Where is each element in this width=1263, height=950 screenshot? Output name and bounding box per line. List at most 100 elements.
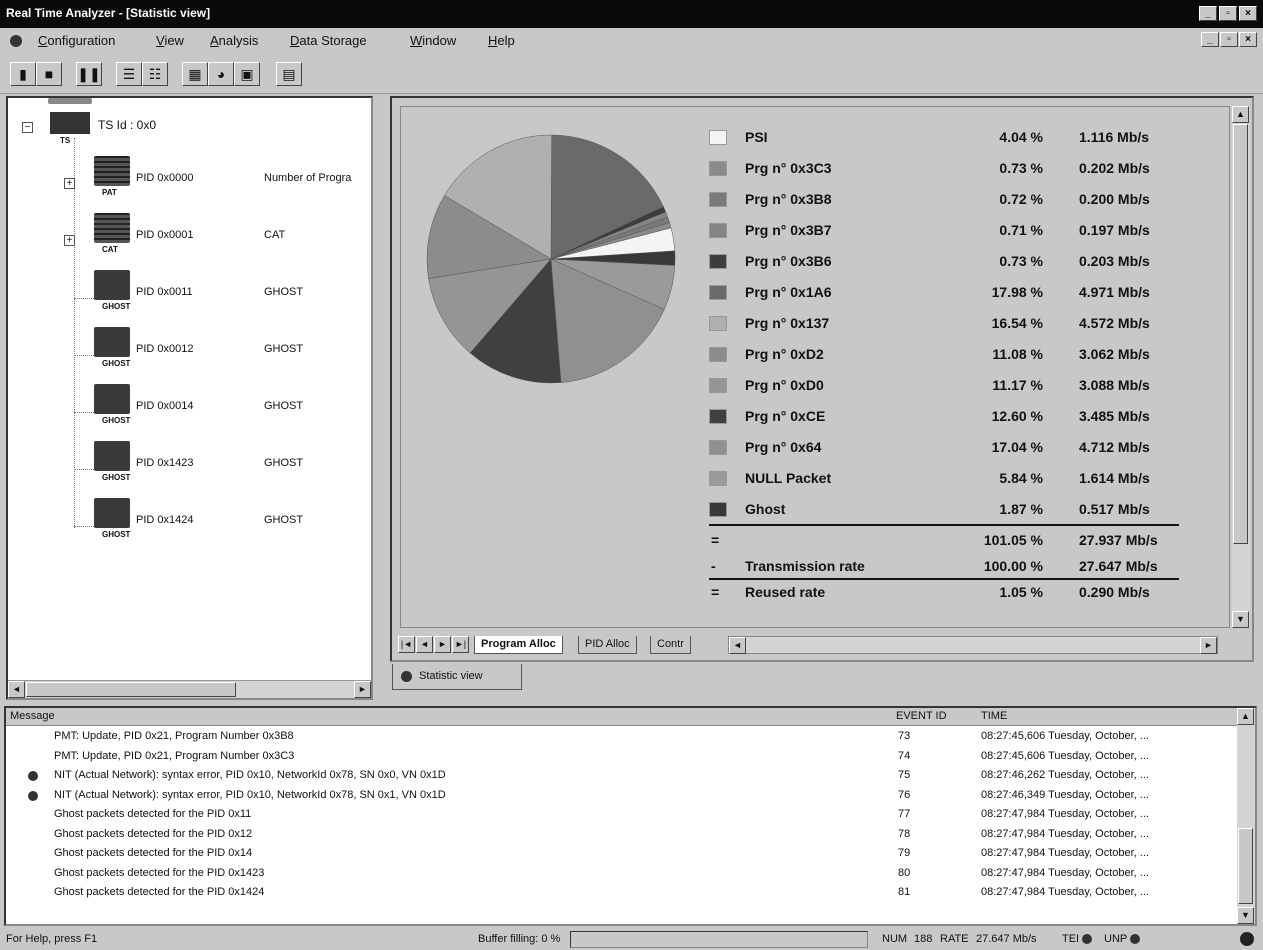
node-tag: GHOST	[102, 530, 131, 539]
legend-rate: 0.203 Mb/s	[1079, 253, 1150, 269]
tree-hscrollbar[interactable]: ◄ ►	[8, 680, 371, 698]
close-button[interactable]: ×	[1239, 6, 1257, 21]
scroll-right-button[interactable]: ►	[354, 681, 371, 698]
legend-name: NULL Packet	[745, 470, 832, 486]
message-event-id: 75	[898, 769, 911, 781]
message-time: 08:27:47,984 Tuesday, October, ...	[981, 808, 1149, 820]
message-row[interactable]: Ghost packets detected for the PID 0x12 7…	[6, 826, 1239, 845]
pause-icon[interactable]: ❚❚	[76, 62, 102, 86]
node-pid-label[interactable]: PID 0x0011	[136, 286, 193, 298]
node-pid-label[interactable]: PID 0x0012	[136, 343, 193, 355]
tree-hscroll-thumb[interactable]	[26, 682, 236, 697]
tab-first-button[interactable]: |◄	[398, 636, 415, 653]
message-event-id: 73	[898, 730, 911, 742]
msg-vscroll-thumb[interactable]	[1238, 828, 1253, 904]
menu-help[interactable]: Help	[488, 33, 515, 48]
expand-node-toggle[interactable]: +	[64, 235, 75, 246]
tab-next-button[interactable]: ►	[434, 636, 451, 653]
legend-rate: 0.200 Mb/s	[1079, 191, 1150, 207]
monitor-icon[interactable]: ▣	[234, 62, 260, 86]
app-icon[interactable]	[10, 35, 22, 47]
totals-percent: 101.05 %	[983, 532, 1043, 548]
tab-pid-alloc[interactable]: PID Alloc	[578, 636, 637, 654]
msg-scroll-down[interactable]: ▼	[1237, 907, 1254, 924]
maximize-button[interactable]: ▫	[1219, 6, 1237, 21]
node-description: GHOST	[264, 457, 304, 469]
mdi-restore-button[interactable]: ▫	[1220, 32, 1238, 47]
scroll-left-button[interactable]: ◄	[8, 681, 25, 698]
message-row[interactable]: Ghost packets detected for the PID 0x14 7…	[6, 845, 1239, 864]
tab-contr[interactable]: Contr	[650, 636, 691, 654]
scroll-up-button[interactable]: ▲	[1232, 106, 1249, 123]
ts-tag: TS	[60, 136, 71, 145]
node-pid-label[interactable]: PID 0x0001	[136, 229, 193, 241]
help-book-icon[interactable]: ▤	[276, 62, 302, 86]
menu-window[interactable]: Window	[410, 33, 456, 48]
message-row[interactable]: PMT: Update, PID 0x21, Program Number 0x…	[6, 728, 1239, 747]
table-icon[interactable]: ▦	[182, 62, 208, 86]
message-row[interactable]: Ghost packets detected for the PID 0x142…	[6, 865, 1239, 884]
legend-name: Prg n° 0xCE	[745, 408, 826, 424]
menu-view[interactable]: View	[156, 33, 184, 48]
grid-table-icon	[94, 156, 130, 186]
message-time: 08:27:45,606 Tuesday, October, ...	[981, 730, 1149, 742]
pie-chart-icon[interactable]: ◕	[208, 62, 234, 86]
collapse-ts-toggle[interactable]: −	[22, 122, 33, 133]
node-pid-label[interactable]: PID 0x1424	[136, 514, 193, 526]
tab-hscrollbar[interactable]: ◄ ►	[728, 636, 1218, 654]
scroll-down-button[interactable]: ▼	[1232, 611, 1249, 628]
panel-splitter[interactable]	[375, 96, 385, 700]
message-event-id: 74	[898, 749, 911, 762]
menu-data-storage[interactable]: Data Storage	[290, 33, 367, 48]
msg-scroll-up[interactable]: ▲	[1237, 708, 1254, 725]
node-description: CAT	[264, 229, 286, 241]
stop-icon[interactable]: ▮	[10, 62, 36, 86]
tab-last-button[interactable]: ►|	[452, 636, 469, 653]
record-icon[interactable]: ■	[36, 62, 62, 86]
legend-row: Ghost 1.87 % 0.517 Mb/s	[709, 499, 1209, 521]
ghost-icon	[94, 498, 130, 528]
legend-percent: 12.60 %	[991, 408, 1043, 424]
view-vscrollbar[interactable]: ▲ ▼	[1232, 106, 1250, 628]
message-text: Ghost packets detected for the PID 0x14	[54, 847, 253, 859]
menu-analysis[interactable]: Analysis	[210, 33, 258, 48]
message-vscrollbar[interactable]: ▲ ▼	[1237, 708, 1255, 924]
legend-row: Prg n° 0x64 17.04 % 4.712 Mb/s	[709, 437, 1209, 459]
tab-program-alloc[interactable]: Program Alloc	[474, 636, 563, 654]
node-pid-label[interactable]: PID 0x0000	[136, 172, 193, 184]
node-pid-label[interactable]: PID 0x1423	[136, 457, 193, 469]
unp-status-icon	[1130, 934, 1140, 944]
message-panel: Message EVENT ID TIME PMT: Update, PID 0…	[4, 706, 1257, 926]
mdi-minimize-button[interactable]: _	[1201, 32, 1219, 47]
statistic-view-tab[interactable]: Statistic view	[392, 664, 522, 690]
view-vscroll-thumb[interactable]	[1233, 124, 1248, 544]
tree-panel: − TS TS Id : 0x0 + PAT PID 0x0000 Number of…	[6, 96, 373, 700]
message-row[interactable]: NIT (Actual Network): syntax error, PID …	[6, 787, 1239, 806]
tab-scroll-right[interactable]: ►	[1200, 637, 1217, 654]
totals-rate: 0.290 Mb/s	[1079, 584, 1150, 600]
message-row[interactable]: NIT (Actual Network): syntax error, PID …	[6, 767, 1239, 786]
mdi-close-button[interactable]: ×	[1239, 32, 1257, 47]
message-row[interactable]: PMT: Update, PID 0x21, Program Number 0x…	[6, 748, 1239, 767]
menu-configuration[interactable]: Configuration	[38, 33, 115, 48]
tab-prev-button[interactable]: ◄	[416, 636, 433, 653]
legend-row: Prg n° 0x1A6 17.98 % 4.971 Mb/s	[709, 282, 1209, 304]
legend-swatch	[709, 254, 727, 269]
col-event-id[interactable]: EVENT ID	[896, 710, 947, 722]
minimize-button[interactable]: _	[1199, 6, 1217, 21]
tree-root-label[interactable]: TS Id : 0x0	[98, 118, 156, 132]
legend-row: Prg n° 0x137 16.54 % 4.572 Mb/s	[709, 313, 1209, 335]
message-text: Ghost packets detected for the PID 0x11	[54, 808, 252, 820]
expand-node-toggle[interactable]: +	[64, 178, 75, 189]
legend-percent: 0.73 %	[999, 253, 1043, 269]
col-time[interactable]: TIME	[981, 710, 1007, 722]
tile-horizontal-icon[interactable]: ☰	[116, 62, 142, 86]
message-row[interactable]: Ghost packets detected for the PID 0x11 7…	[6, 806, 1239, 825]
legend-percent: 5.84 %	[999, 470, 1043, 486]
node-pid-label[interactable]: PID 0x0014	[136, 400, 193, 412]
col-message[interactable]: Message	[10, 710, 55, 722]
legend-percent: 17.98 %	[991, 284, 1043, 300]
message-row[interactable]: Ghost packets detected for the PID 0x142…	[6, 884, 1239, 903]
tile-vertical-icon[interactable]: ☷	[142, 62, 168, 86]
tab-scroll-left[interactable]: ◄	[729, 637, 746, 654]
